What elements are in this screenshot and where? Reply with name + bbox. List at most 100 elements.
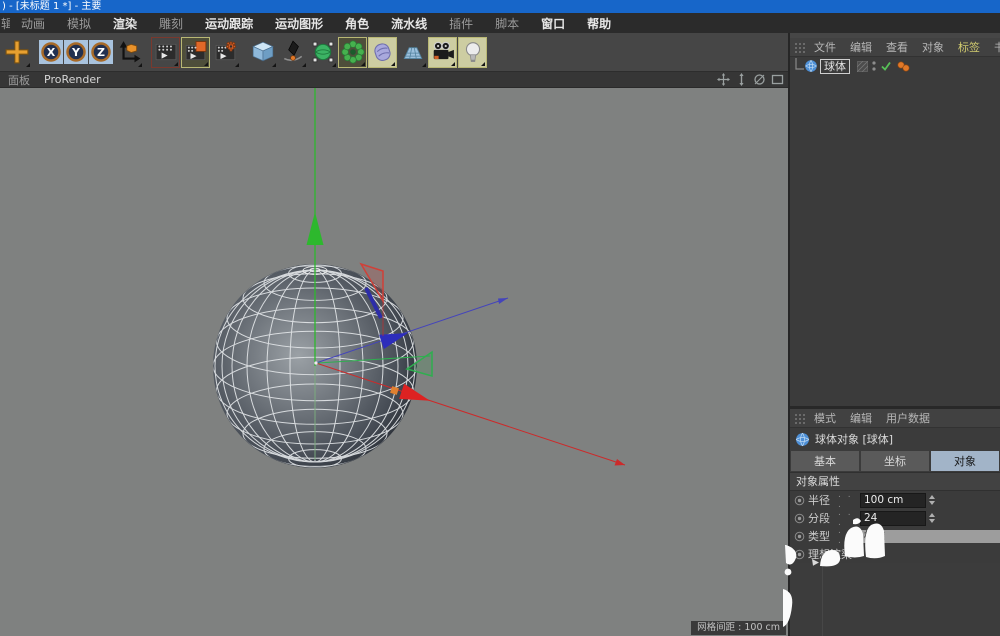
segments-spinner[interactable]	[927, 511, 937, 526]
tab-object[interactable]: 对象	[931, 451, 999, 471]
radius-input[interactable]: 100 cm	[860, 493, 926, 508]
pen-spline-button[interactable]	[278, 37, 307, 68]
viewport-nav-icons	[717, 73, 784, 86]
edit-render-settings-button[interactable]	[211, 37, 240, 68]
clipped-menu-item[interactable]: 辑	[1, 15, 10, 32]
flyout-corner	[235, 63, 239, 67]
subdivision-surface-button[interactable]	[308, 37, 337, 68]
keyframe-dot-icon[interactable]	[794, 531, 805, 542]
om-menu-bookmarks[interactable]: 书签	[987, 39, 1000, 55]
lock-y-axis-button[interactable]: Y	[64, 40, 88, 64]
om-menu-edit[interactable]: 编辑	[843, 39, 879, 55]
floor-environment-button[interactable]	[398, 37, 427, 68]
viewport-3d[interactable]: 网格间距 : 100 cm	[0, 88, 788, 636]
camera-button[interactable]	[428, 37, 457, 68]
menu-script[interactable]: 脚本	[484, 15, 530, 32]
right-panel-column: 文件 编辑 查看 对象 标签 书签 球体	[788, 33, 1000, 636]
lock-x-axis-button[interactable]: X	[39, 40, 63, 64]
am-menu-mode[interactable]: 模式	[807, 410, 843, 426]
menu-character[interactable]: 角色	[334, 15, 380, 32]
object-row-sphere[interactable]: 球体	[790, 57, 1000, 75]
maximize-icon[interactable]	[771, 73, 784, 86]
tab-basic[interactable]: 基本	[791, 451, 859, 471]
main-menu-bar: 辑 动画 模拟 渲染 雕刻 运动跟踪 运动图形 角色 流水线 插件 脚本 窗口 …	[0, 13, 1000, 33]
hierarchy-branch-icon	[792, 58, 804, 74]
deformer-button[interactable]	[368, 37, 397, 68]
flyout-corner	[272, 63, 276, 67]
panel-drag-handle-icon[interactable]	[794, 413, 805, 424]
render-view-button[interactable]	[151, 37, 180, 68]
svg-text:Z: Z	[97, 46, 105, 59]
move-tool-button[interactable]	[2, 37, 31, 68]
flyout-corner	[451, 62, 455, 66]
mograph-cloner-button[interactable]	[338, 37, 367, 68]
menu-pipeline[interactable]: 流水线	[380, 15, 438, 32]
menu-window[interactable]: 窗口	[530, 15, 576, 32]
menu-animate[interactable]: 动画	[10, 15, 56, 32]
toolbar-separator	[144, 37, 151, 68]
flyout-corner	[204, 62, 208, 66]
sphere-object-icon	[804, 59, 818, 73]
coordinate-system-icon	[117, 40, 141, 64]
menu-help[interactable]: 帮助	[576, 15, 622, 32]
light-bulb-icon	[461, 40, 485, 64]
attribute-tabs: 基本 坐标 对象	[790, 450, 1000, 472]
radius-spinner[interactable]	[927, 493, 937, 508]
column-divider	[822, 563, 823, 636]
zoom-icon[interactable]	[735, 73, 748, 86]
am-menu-edit[interactable]: 编辑	[843, 410, 879, 426]
menu-simulate[interactable]: 模拟	[56, 15, 102, 32]
phong-tag-icon[interactable]	[896, 60, 911, 73]
pan-icon[interactable]	[717, 73, 730, 86]
keyframe-dot-icon[interactable]	[794, 513, 805, 524]
am-menu-userdata[interactable]: 用户数据	[879, 410, 937, 426]
light-button[interactable]	[458, 37, 487, 68]
radius-label: 半径	[808, 492, 838, 508]
enable-check-icon[interactable]	[880, 60, 892, 72]
camera-icon	[431, 40, 455, 64]
rotate-icon[interactable]	[753, 73, 766, 86]
mograph-cloner-icon	[341, 40, 365, 64]
om-menu-view[interactable]: 查看	[879, 39, 915, 55]
floor-grid-icon	[401, 40, 425, 64]
scene-canvas	[0, 88, 788, 636]
flyout-corner	[332, 63, 336, 67]
om-menu-file[interactable]: 文件	[807, 39, 843, 55]
panel-drag-handle-icon[interactable]	[794, 42, 805, 53]
om-menu-objects[interactable]: 对象	[915, 39, 951, 55]
object-manager-body[interactable]	[790, 75, 1000, 406]
segments-input[interactable]: 24	[860, 511, 926, 526]
object-manager-menu: 文件 编辑 查看 对象 标签 书签	[790, 38, 1000, 57]
svg-text:X: X	[47, 46, 56, 59]
keyframe-dot-icon[interactable]	[794, 495, 805, 506]
flyout-corner	[174, 62, 178, 66]
flyout-corner	[26, 63, 30, 67]
object-name-label[interactable]: 球体	[820, 59, 850, 74]
type-dropdown[interactable]: 标准	[860, 530, 1000, 543]
coordinate-system-button[interactable]	[114, 37, 143, 68]
viewport-menu-prorender[interactable]: ProRender	[44, 73, 101, 86]
viewport-menu-panel[interactable]: 面板	[8, 72, 30, 88]
om-menu-tags[interactable]: 标签	[951, 39, 987, 55]
render-picture-viewer-button[interactable]	[181, 37, 210, 68]
visibility-dots-icon[interactable]	[871, 60, 877, 72]
flyout-corner	[302, 63, 306, 67]
lock-z-axis-button[interactable]: Z	[89, 40, 113, 64]
sphere-object-icon	[795, 432, 810, 447]
lock-z-icon: Z	[90, 41, 112, 63]
render-view-icon	[155, 41, 177, 63]
cube-primitive-icon	[251, 40, 275, 64]
menu-motion-track[interactable]: 运动跟踪	[194, 15, 264, 32]
menu-plugins[interactable]: 插件	[438, 15, 484, 32]
add-cube-button[interactable]	[248, 37, 277, 68]
menu-sculpt[interactable]: 雕刻	[148, 15, 194, 32]
keyframe-dot-icon[interactable]	[794, 549, 805, 560]
menu-render[interactable]: 渲染	[102, 15, 148, 32]
move-tool-icon	[5, 40, 29, 64]
flyout-corner	[481, 62, 485, 66]
layer-icon[interactable]	[857, 61, 868, 72]
window-title: ) - [未标题 1 *] - 主要	[2, 1, 101, 12]
menu-mograph[interactable]: 运动图形	[264, 15, 334, 32]
tab-coord[interactable]: 坐标	[861, 451, 929, 471]
toolbar-separator	[32, 37, 39, 68]
